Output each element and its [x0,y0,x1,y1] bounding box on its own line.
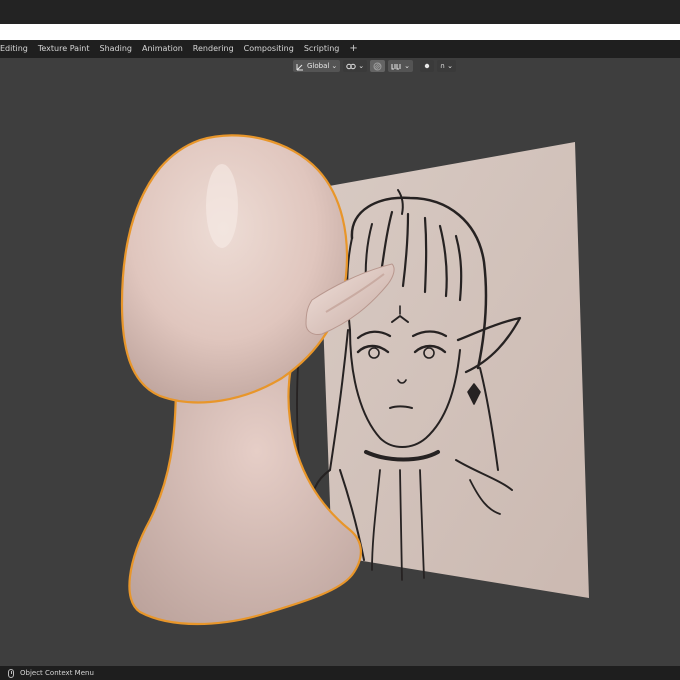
mouse-icon [8,668,14,678]
status-hint: Object Context Menu [20,669,94,677]
status-bar: Object Context Menu [0,666,680,680]
scene-render [120,134,589,626]
blender-window: Editing Texture Paint Shading Animation … [0,0,680,680]
